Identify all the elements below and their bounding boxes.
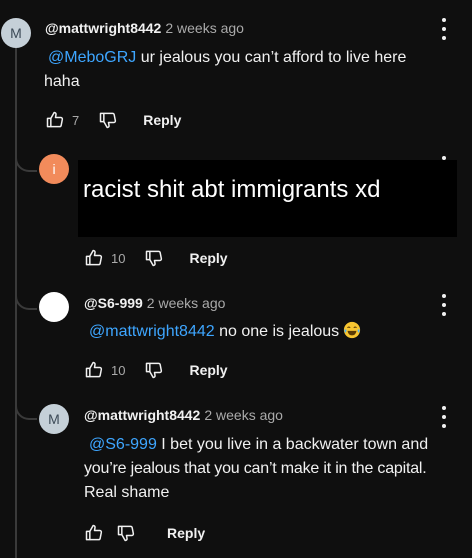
author-handle[interactable]: @mattwright8442 — [45, 20, 161, 36]
like-count: 7 — [72, 112, 80, 128]
avatar-letter: M — [10, 25, 22, 41]
thumbs-up-icon[interactable] — [44, 109, 66, 131]
timestamp[interactable]: 2 weeks ago — [147, 295, 226, 311]
comment-text: @mattwright8442 no one is jealous — [86, 320, 466, 347]
reply-button[interactable]: Reply — [189, 250, 227, 266]
comment-text-line: I bet you live in a backwater town and — [156, 436, 429, 453]
comment-actions: Reply — [83, 521, 205, 545]
comment-text-line: ur jealous you can’t afford to live here — [136, 49, 407, 66]
redaction-text: racist shit abt immigrants xd — [83, 176, 381, 203]
laughing-tears-emoji — [343, 321, 361, 347]
avatar[interactable]: i — [39, 154, 69, 184]
like-count: 10 — [111, 250, 126, 266]
mention-link[interactable]: @MeboGRJ — [48, 49, 136, 66]
comment-header: @mattwright8442 2 weeks ago — [45, 20, 244, 36]
thumbs-up-icon[interactable] — [83, 247, 105, 269]
mention-link[interactable]: @S6-999 — [89, 436, 157, 453]
more-options-icon[interactable] — [436, 16, 452, 42]
comment-header: @mattwright8442 2 weeks ago — [84, 407, 283, 423]
thread-connector — [15, 398, 37, 420]
thumbs-down-icon[interactable] — [143, 247, 165, 269]
comment-text-line: you’re jealous that you can’t make it in… — [84, 460, 427, 477]
comment-text: @MeboGRJ ur jealous you can’t afford to … — [44, 46, 464, 94]
comment-text: @S6-999 I bet you live in a backwater to… — [84, 433, 470, 505]
comment-text-line: haha — [44, 73, 80, 90]
thumbs-up-icon[interactable] — [83, 522, 105, 544]
thumbs-up-icon[interactable] — [83, 359, 105, 381]
avatar[interactable]: M — [39, 404, 69, 434]
reply-button[interactable]: Reply — [189, 362, 227, 378]
timestamp[interactable]: 2 weeks ago — [165, 20, 244, 36]
author-handle[interactable]: @mattwright8442 — [84, 407, 200, 423]
comment-text-line: Real shame — [84, 484, 170, 501]
reply-button[interactable]: Reply — [167, 525, 205, 541]
comment-text-line: no one is jealous — [214, 323, 340, 340]
author-handle[interactable]: @S6-999 — [84, 295, 143, 311]
comment-actions: 7 Reply — [44, 108, 181, 132]
more-options-icon[interactable] — [436, 292, 452, 318]
thumbs-down-icon[interactable] — [97, 109, 119, 131]
reply-button[interactable]: Reply — [143, 112, 181, 128]
thread-connector — [15, 288, 37, 310]
like-count: 10 — [111, 362, 126, 378]
thread-connector — [15, 150, 37, 172]
thumbs-down-icon[interactable] — [143, 359, 165, 381]
redaction-overlay: racist shit abt immigrants xd — [78, 160, 457, 237]
thumbs-down-icon[interactable] — [115, 522, 137, 544]
avatar[interactable]: M — [1, 18, 31, 48]
more-options-icon[interactable] — [436, 404, 452, 430]
avatar[interactable] — [39, 292, 69, 322]
avatar-letter: i — [52, 161, 56, 177]
avatar-letter: M — [48, 411, 60, 427]
comment-actions: 10 Reply — [83, 246, 228, 270]
comment-actions: 10 Reply — [83, 358, 228, 382]
mention-link[interactable]: @mattwright8442 — [89, 323, 215, 340]
comment-header: @S6-999 2 weeks ago — [84, 295, 225, 311]
timestamp[interactable]: 2 weeks ago — [204, 407, 283, 423]
